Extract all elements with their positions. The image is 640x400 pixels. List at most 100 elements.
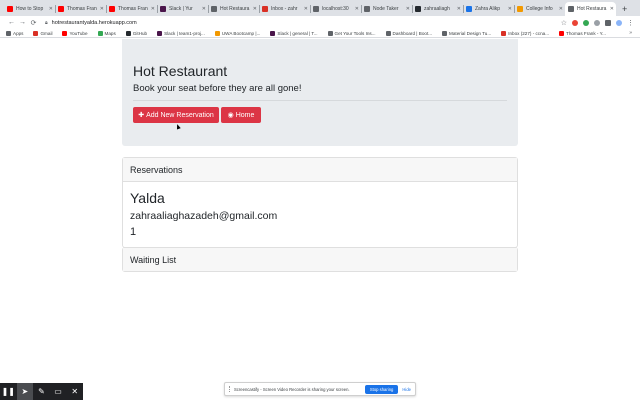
bookmark-item[interactable]: Thomas Frank - Y...: [559, 30, 606, 36]
drag-handle-icon[interactable]: [229, 386, 231, 392]
bookmark-item[interactable]: Slack | team1-proj...: [157, 30, 205, 36]
tab-title: Thomas Fran: [67, 6, 97, 12]
bookmark-item[interactable]: GitHub: [125, 30, 148, 36]
lock-icon: 🔒︎: [45, 19, 48, 26]
page-content: Hot Restaurant Book your seat before the…: [0, 39, 640, 383]
browser-tab[interactable]: Slack | Yur ✕: [157, 2, 208, 16]
bookmark-label: Get Your Tools Ins...: [334, 30, 376, 36]
annotation-toolbar: ❚❚ ➤ ✎ ▭ ✕: [0, 383, 83, 400]
bookmark-item[interactable]: UWA Bootcamp |...: [214, 30, 260, 36]
bookmark-item[interactable]: Slack | general | T...: [270, 30, 318, 36]
address-bar[interactable]: 🔒︎ hotrestaurantyalda.herokuapp.com: [45, 18, 555, 28]
tab-title: Slack | Yur: [169, 6, 193, 12]
tab-favicon-icon: [466, 6, 472, 12]
browser-tab[interactable]: How to Stop ✕: [4, 2, 55, 16]
page-title: Hot Restaurant: [133, 63, 228, 79]
pause-icon[interactable]: ❚❚: [0, 383, 17, 400]
bookmark-item[interactable]: Maps: [97, 30, 116, 36]
bookmark-favicon-icon: [97, 30, 103, 36]
tab-close-icon[interactable]: ✕: [100, 6, 104, 12]
pointer-icon[interactable]: ➤: [16, 383, 34, 400]
bookmark-item[interactable]: Get Your Tools Ins...: [327, 30, 376, 36]
bookmark-favicon-icon: [33, 30, 39, 36]
pen-icon[interactable]: ✎: [33, 383, 50, 400]
bookmark-favicon-icon: [6, 30, 11, 36]
bookmark-label: Slack | general | T...: [277, 30, 318, 36]
plus-icon: ✚: [138, 112, 145, 119]
tab-close-icon[interactable]: ✕: [559, 6, 563, 12]
stop-sharing-button[interactable]: Stop sharing: [364, 384, 399, 394]
tab-title: Hot Restaura: [220, 6, 250, 12]
browser-tab[interactable]: Hot Restaura ✕: [208, 2, 259, 16]
divider: [133, 100, 507, 101]
tab-strip: How to Stop ✕ Thomas Fran ✕ Thomas Fran ✕ Slac…: [0, 0, 640, 16]
tab-title: Thomas Fran: [118, 6, 148, 12]
bookmark-favicon-icon: [125, 30, 131, 36]
extension-icon[interactable]: [572, 19, 578, 26]
hide-button[interactable]: Hide: [402, 387, 411, 392]
browser-tab[interactable]: Inbox - zahr ✕: [259, 2, 310, 16]
bookmarks-more-icon[interactable]: »: [629, 30, 632, 36]
tab-close-icon[interactable]: ✕: [151, 6, 155, 12]
bookmark-label: Apps: [13, 30, 24, 36]
browser-tab[interactable]: Thomas Fran ✕: [106, 2, 157, 16]
extension-icon[interactable]: [583, 19, 589, 26]
extension-icon[interactable]: [594, 19, 600, 26]
tab-close-icon[interactable]: ✕: [355, 6, 359, 12]
tab-close-icon[interactable]: ✕: [406, 6, 410, 12]
bookmark-item[interactable]: YouTube: [62, 30, 88, 36]
tab-close-icon[interactable]: ✕: [253, 6, 257, 12]
star-icon[interactable]: ☆: [561, 19, 567, 27]
tab-close-icon[interactable]: ✕: [457, 6, 461, 12]
browser-tab[interactable]: zahraaliagh ✕: [412, 2, 463, 16]
tab-close-icon[interactable]: ✕: [304, 6, 308, 12]
menu-icon[interactable]: ⋮: [627, 19, 634, 27]
browser-tab[interactable]: localhost:30 ✕: [310, 2, 361, 16]
tab-favicon-icon: [415, 6, 421, 12]
tab-favicon-icon: [313, 6, 319, 12]
bookmark-label: Maps: [104, 30, 116, 36]
screen-share-bar: Screencastify - Screen Video Recorder is…: [224, 382, 416, 396]
home-button[interactable]: ◉ Home: [221, 107, 261, 123]
new-tab-button[interactable]: +: [622, 2, 627, 16]
tab-title: Inbox - zahr: [271, 6, 298, 12]
tab-title: Zahra Alikp: [475, 6, 501, 12]
tab-favicon-icon: [364, 6, 370, 12]
tab-favicon-icon: [58, 6, 64, 12]
tab-title: How to Stop: [16, 6, 44, 12]
browser-tab[interactable]: College Info ✕: [514, 2, 565, 16]
browser-tab[interactable]: Thomas Fran ✕: [55, 2, 106, 16]
bookmark-label: Inbox (227) - ccna...: [508, 30, 550, 36]
home-label: Home: [235, 111, 255, 119]
reload-icon[interactable]: ⟳: [28, 19, 39, 27]
bookmark-label: Slack | team1-proj...: [164, 30, 205, 36]
browser-tab[interactable]: Node Taker ✕: [361, 2, 412, 16]
tab-close-icon[interactable]: ✕: [49, 6, 53, 12]
extension-icon[interactable]: [605, 19, 611, 26]
tab-close-icon[interactable]: ✕: [202, 6, 206, 12]
tab-title: Hot Restaura: [577, 6, 607, 12]
tab-title: Node Taker: [373, 6, 399, 12]
bookmark-item[interactable]: Material Design Tu...: [442, 30, 491, 36]
tab-close-icon[interactable]: ✕: [508, 6, 512, 12]
reservations-card: Reservations Yalda zahraaliaghazadeh@gma…: [122, 157, 518, 248]
back-icon[interactable]: ←: [6, 19, 17, 26]
tab-close-icon[interactable]: ✕: [610, 6, 614, 12]
bookmark-item[interactable]: Apps: [6, 30, 24, 36]
bookmark-item[interactable]: Inbox (227) - ccna...: [501, 30, 550, 36]
eraser-icon[interactable]: ▭: [50, 383, 67, 400]
reservation-email: zahraaliaghazadeh@gmail.com: [130, 210, 278, 222]
bookmark-label: GitHub: [132, 30, 148, 36]
bookmark-item[interactable]: Gmail: [33, 30, 52, 36]
bookmark-favicon-icon: [327, 30, 333, 36]
add-reservation-button[interactable]: ✚ Add New Reservation: [133, 107, 219, 123]
eye-icon: ◉: [227, 112, 234, 119]
close-icon[interactable]: ✕: [66, 383, 83, 400]
tab-favicon-icon: [517, 6, 523, 12]
reservation-name: Yalda: [130, 190, 165, 206]
forward-icon[interactable]: →: [17, 19, 28, 26]
avatar[interactable]: [616, 19, 622, 26]
browser-tab[interactable]: Hot Restaura ✕: [565, 2, 616, 16]
bookmark-item[interactable]: Dashboard | Boot...: [385, 30, 432, 36]
browser-tab[interactable]: Zahra Alikp ✕: [463, 2, 514, 16]
